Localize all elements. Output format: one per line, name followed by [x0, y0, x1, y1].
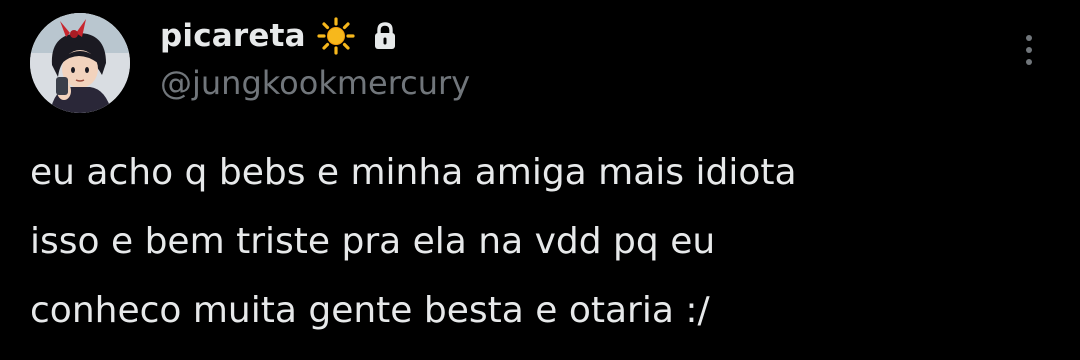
lock-icon	[372, 21, 398, 51]
author-name-row: picareta	[160, 14, 398, 58]
more-options-button[interactable]	[1014, 30, 1044, 70]
tweet-text-line: isso e bem triste pra ela na vdd pq eu	[30, 221, 716, 262]
more-vertical-icon	[1026, 35, 1032, 65]
tweet-text: eu acho q bebs e minha amiga mais idiota…	[30, 138, 1060, 345]
avatar-image	[30, 13, 130, 113]
tweet-text-line: conheco muita gente besta e otaria :/	[30, 290, 710, 331]
author-handle[interactable]: @jungkookmercury	[160, 64, 470, 102]
avatar[interactable]	[30, 13, 130, 113]
display-name[interactable]: picareta	[160, 18, 306, 54]
tweet-text-line: eu acho q bebs e minha amiga mais idiota	[30, 152, 797, 193]
tweet-card: picareta @jungkookmercury eu acho q bebs…	[0, 0, 1080, 360]
sun-icon	[316, 16, 356, 56]
